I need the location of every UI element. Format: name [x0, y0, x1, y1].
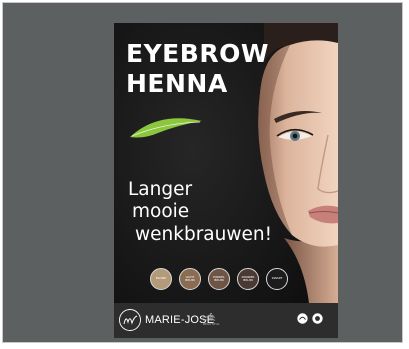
swatch-zwart: ZWART [266, 268, 288, 290]
swatch-donker-bruin: DONKER BRUIN [237, 268, 259, 290]
swatch-middel-bruin: MIDDEL BRUIN [208, 268, 230, 290]
swatch-label: DONKER BRUIN [241, 274, 255, 282]
brand-monogram-icon [119, 309, 141, 331]
poster-title-line1: EYEBROW [126, 39, 269, 68]
swatch-label: LICHT BRUIN [185, 274, 195, 282]
swatch-label: ZWART [271, 276, 283, 281]
swatch-licht-bruin: LICHT BRUIN [179, 268, 201, 290]
swatch-label: MIDDEL BRUIN [213, 274, 225, 282]
tagline-line1: Langer [128, 179, 193, 200]
swatch-label: BLOND [155, 276, 167, 281]
cruelty-free-icon [297, 313, 308, 324]
poster-title-line2: HENNA [126, 69, 228, 98]
henna-poster: EYEBROW HENNA Langer mooie wenkbrauwen! … [114, 23, 338, 338]
poster-footer: MARIE-JOSÉ MAKING WOMEN BEAUTIFUL [114, 303, 338, 338]
swatch-blond: BLOND [150, 268, 172, 290]
image-frame: EYEBROW HENNA Langer mooie wenkbrauwen! … [2, 2, 403, 343]
brand-subtitle: MAKING WOMEN BEAUTIFUL [203, 315, 220, 326]
leaf-icon [130, 118, 202, 138]
quality-seal-icon [312, 313, 323, 324]
tagline-line3: wenkbrauwen! [135, 224, 273, 245]
tagline-line2: mooie [132, 201, 190, 222]
color-swatches: BLOND LICHT BRUIN MIDDEL BRUIN DONKER BR… [150, 268, 338, 290]
